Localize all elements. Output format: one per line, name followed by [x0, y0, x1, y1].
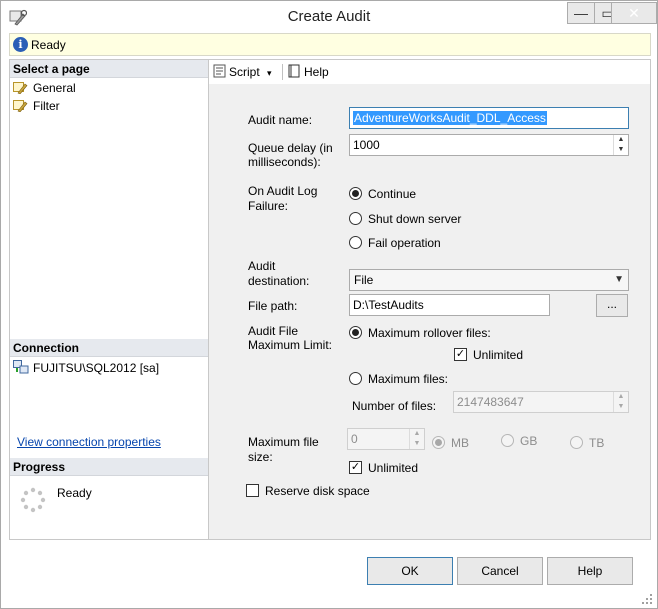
- script-icon: [213, 64, 226, 78]
- number-of-files-stepper[interactable]: 2147483647 ▲ ▼: [453, 391, 629, 413]
- create-audit-dialog: Create Audit — ▭ ✕ i Ready Select a page…: [0, 0, 658, 609]
- audit-name-input[interactable]: AdventureWorksAudit_DDL_Access: [349, 107, 629, 129]
- destination-select[interactable]: File ▼: [349, 269, 629, 291]
- failure-label-1: On Audit Log: [248, 184, 318, 198]
- help-toolbar-button[interactable]: Help: [287, 64, 329, 79]
- queue-delay-label-2: milliseconds):: [248, 155, 321, 169]
- spin-down-icon[interactable]: ▼: [410, 439, 424, 449]
- max-file-size-stepper[interactable]: 0 ▲ ▼: [347, 428, 425, 450]
- rollover-unlimited-label: Unlimited: [473, 348, 524, 362]
- max-limit-label-1: Audit File: [248, 324, 299, 338]
- window-title: Create Audit: [287, 8, 371, 25]
- help-book-icon: [288, 64, 300, 78]
- chevron-down-icon: ▼: [614, 274, 624, 285]
- left-panel: Select a page General Filter Connection …: [9, 59, 209, 540]
- status-bar: i Ready: [9, 33, 651, 56]
- select-page-header: Select a page: [10, 60, 208, 78]
- unit-gb-label: GB: [520, 434, 538, 448]
- script-button[interactable]: Script ▾: [213, 64, 272, 79]
- queue-delay-label-1: Queue delay (in: [248, 141, 333, 155]
- page-item-filter[interactable]: Filter: [13, 98, 60, 114]
- number-of-files-label: Number of files:: [352, 399, 437, 413]
- unit-mb-label: MB: [451, 436, 469, 450]
- max-files-label: Maximum files:: [368, 372, 449, 386]
- progress-header: Progress: [10, 458, 208, 476]
- unit-tb-radio[interactable]: [570, 436, 583, 449]
- failure-fail-label: Fail operation: [368, 236, 441, 250]
- spin-up-icon[interactable]: ▲: [614, 392, 628, 402]
- right-panel: Script ▾ Help Audit name: AdventureWorks…: [209, 59, 651, 540]
- destination-value: File: [354, 273, 374, 287]
- max-files-radio[interactable]: [349, 372, 362, 385]
- page-item-general[interactable]: General: [13, 80, 76, 96]
- max-rollover-label: Maximum rollover files:: [368, 326, 491, 340]
- spin-up-icon[interactable]: ▲: [410, 429, 424, 439]
- title-bar: Create Audit — ▭ ✕: [1, 1, 657, 33]
- audit-name-label: Audit name:: [248, 113, 313, 127]
- server-connection-icon: [13, 360, 29, 374]
- file-path-value: D:\TestAudits: [353, 298, 424, 312]
- page-wrench-icon: [13, 100, 28, 112]
- spin-down-icon[interactable]: ▼: [614, 402, 628, 412]
- file-path-input[interactable]: D:\TestAudits: [349, 294, 550, 316]
- queue-delay-stepper[interactable]: 1000 ▲ ▼: [349, 134, 629, 156]
- reserve-disk-checkbox[interactable]: [246, 484, 259, 497]
- connection-header: Connection: [10, 339, 208, 357]
- failure-shutdown-label: Shut down server: [368, 212, 462, 226]
- minimize-button[interactable]: —: [567, 2, 595, 24]
- queue-delay-value: 1000: [353, 138, 380, 152]
- browse-button[interactable]: ...: [596, 294, 628, 317]
- info-icon: i: [13, 37, 28, 52]
- ok-button[interactable]: OK: [367, 557, 453, 585]
- connection-server-label: FUJITSU\SQL2012 [sa]: [33, 361, 160, 375]
- max-limit-label-2: Maximum Limit:: [248, 338, 333, 352]
- failure-continue-radio[interactable]: [349, 187, 362, 200]
- page-wrench-icon: [13, 82, 28, 94]
- queue-delay-spin[interactable]: ▲ ▼: [613, 135, 628, 155]
- help-toolbar-label: Help: [304, 65, 329, 79]
- destination-label-2: destination:: [248, 274, 310, 288]
- failure-continue-label: Continue: [368, 187, 417, 201]
- unit-mb-radio[interactable]: [432, 436, 445, 449]
- failure-fail-radio[interactable]: [349, 236, 362, 249]
- cancel-button[interactable]: Cancel: [457, 557, 543, 585]
- toolbar-separator: [282, 64, 283, 80]
- page-item-label: General: [33, 81, 76, 95]
- close-button[interactable]: ✕: [611, 2, 657, 24]
- failure-shutdown-radio[interactable]: [349, 212, 362, 225]
- progress-spinner-icon: [20, 487, 46, 513]
- max-rollover-radio[interactable]: [349, 326, 362, 339]
- spin-down-icon[interactable]: ▼: [614, 145, 628, 155]
- audit-name-value: AdventureWorksAudit_DDL_Access: [353, 111, 547, 125]
- help-button[interactable]: Help: [547, 557, 633, 585]
- resize-grip-icon[interactable]: [641, 593, 653, 605]
- toolbar: Script ▾ Help: [209, 60, 650, 84]
- status-text: Ready: [31, 38, 66, 52]
- max-file-size-value: 0: [351, 432, 358, 446]
- unit-gb-radio[interactable]: [501, 434, 514, 447]
- connection-server: FUJITSU\SQL2012 [sa]: [13, 360, 159, 375]
- max-file-size-label-1: Maximum file: [248, 435, 319, 449]
- script-label: Script: [229, 65, 260, 79]
- page-item-label: Filter: [33, 99, 60, 113]
- view-connection-properties-link[interactable]: View connection properties: [17, 435, 161, 449]
- size-unlimited-checkbox[interactable]: ✓: [349, 461, 362, 474]
- file-path-label: File path:: [248, 299, 298, 313]
- failure-label-2: Failure:: [248, 199, 289, 213]
- rollover-unlimited-checkbox[interactable]: ✓: [454, 348, 467, 361]
- max-file-size-spin[interactable]: ▲ ▼: [409, 429, 424, 449]
- unit-tb-label: TB: [589, 436, 605, 450]
- progress-status: Ready: [57, 486, 92, 500]
- max-file-size-label-2: size:: [248, 450, 273, 464]
- number-of-files-spin[interactable]: ▲ ▼: [613, 392, 628, 412]
- size-unlimited-label: Unlimited: [368, 461, 419, 475]
- spin-up-icon[interactable]: ▲: [614, 135, 628, 145]
- reserve-disk-label: Reserve disk space: [265, 484, 370, 498]
- destination-label-1: Audit: [248, 259, 276, 273]
- chevron-down-icon: ▾: [267, 68, 272, 78]
- number-of-files-value: 2147483647: [457, 395, 524, 409]
